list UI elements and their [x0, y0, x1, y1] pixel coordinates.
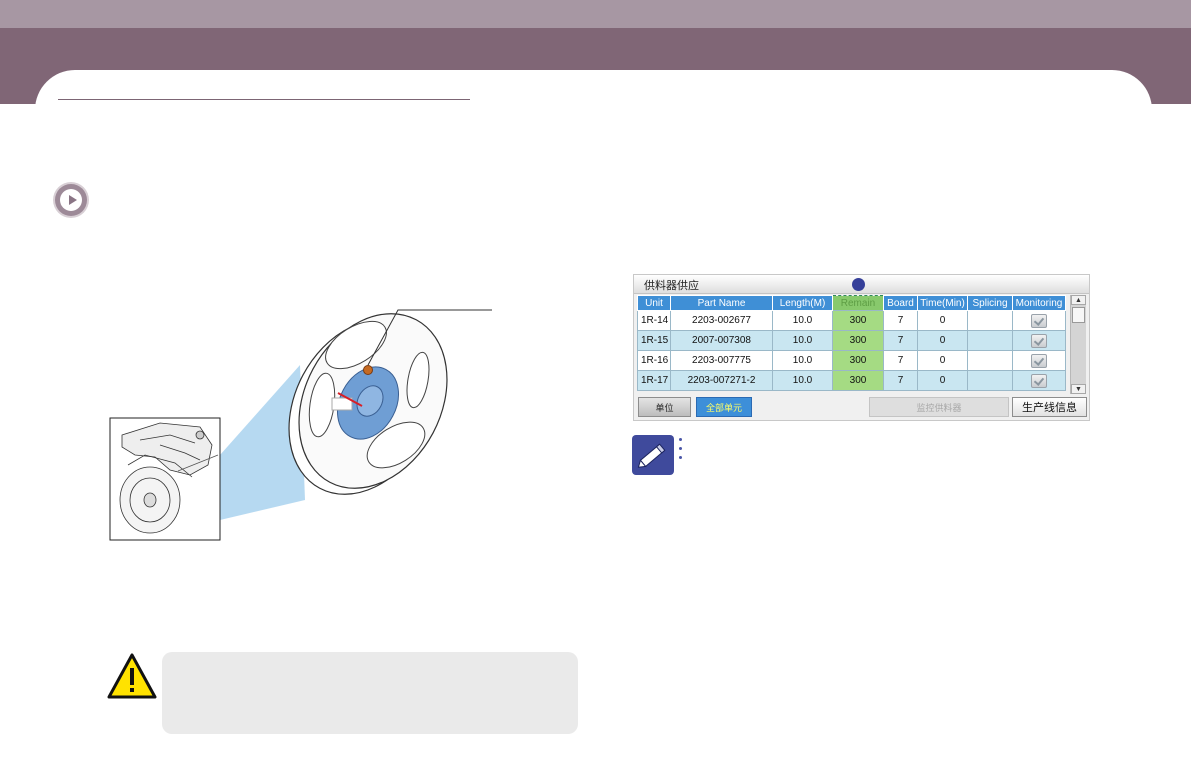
- cell-length: 10.0: [772, 310, 833, 331]
- monitoring-checkbox[interactable]: [1031, 333, 1047, 348]
- table-header-row: Unit Part Name Length(M) Remain Board Ti…: [637, 295, 1066, 311]
- column-header-length[interactable]: Length(M): [772, 295, 833, 311]
- cell-splicing: [967, 350, 1013, 371]
- cell-time: 0: [917, 330, 968, 351]
- warning-triangle-icon: [107, 653, 157, 699]
- table-scrollbar[interactable]: ▲ ▼: [1070, 295, 1086, 394]
- cell-monitoring: [1012, 330, 1066, 351]
- column-header-splicing[interactable]: Splicing: [967, 295, 1013, 311]
- cell-monitoring: [1012, 310, 1066, 331]
- note-pencil-icon: [632, 435, 674, 475]
- monitoring-checkbox[interactable]: [1031, 373, 1047, 388]
- cell-unit: 1R-17: [637, 370, 671, 391]
- cell-time: 0: [917, 370, 968, 391]
- table-row[interactable]: 1R-14 2203-002677 10.0 300 7 0: [637, 310, 1066, 331]
- cell-length: 10.0: [772, 330, 833, 351]
- all-units-button[interactable]: 全部单元: [696, 397, 752, 417]
- cell-monitoring: [1012, 370, 1066, 391]
- cell-remain: 300: [832, 350, 884, 371]
- cell-unit: 1R-16: [637, 350, 671, 371]
- column-header-time[interactable]: Time(Min): [917, 295, 968, 311]
- table-row[interactable]: 1R-15 2007-007308 10.0 300 7 0: [637, 330, 1066, 351]
- panel-title: 供料器供应: [644, 280, 699, 292]
- cell-length: 10.0: [772, 350, 833, 371]
- cell-time: 0: [917, 310, 968, 331]
- cell-board: 7: [883, 310, 918, 331]
- production-info-button[interactable]: 生产线信息: [1012, 397, 1087, 417]
- warning-box: [162, 652, 578, 734]
- column-header-remain[interactable]: Remain: [832, 295, 884, 311]
- cell-part-name: 2203-007775: [670, 350, 773, 371]
- cell-part-name: 2203-007271-2: [670, 370, 773, 391]
- feeder-supply-panel: 供料器供应 Unit Part Name Length(M) Remain Bo…: [633, 274, 1090, 421]
- table-row[interactable]: 1R-17 2203-007271-2 10.0 300 7 0: [637, 370, 1066, 391]
- cell-part-name: 2203-002677: [670, 310, 773, 331]
- scroll-down-icon[interactable]: ▼: [1071, 384, 1086, 394]
- cell-unit: 1R-14: [637, 310, 671, 331]
- column-header-part-name[interactable]: Part Name: [670, 295, 773, 311]
- header-underline: [58, 99, 470, 100]
- cell-remain: 300: [832, 370, 884, 391]
- cell-time: 0: [917, 350, 968, 371]
- play-icon[interactable]: [55, 184, 87, 216]
- cell-splicing: [967, 330, 1013, 351]
- header-band-top: [0, 0, 1191, 28]
- monitoring-checkbox[interactable]: [1031, 313, 1047, 328]
- cell-remain: 300: [832, 330, 884, 351]
- column-header-unit[interactable]: Unit: [637, 295, 671, 311]
- sensor-dot: [363, 365, 373, 375]
- monitor-feeder-button[interactable]: 监控供料器: [869, 397, 1009, 417]
- cell-board: 7: [883, 350, 918, 371]
- cell-part-name: 2007-007308: [670, 330, 773, 351]
- cell-board: 7: [883, 370, 918, 391]
- column-header-monitoring[interactable]: Monitoring: [1012, 295, 1066, 311]
- cell-board: 7: [883, 330, 918, 351]
- panel-title-bar: 供料器供应: [634, 275, 1089, 294]
- scroll-up-icon[interactable]: ▲: [1071, 295, 1086, 305]
- column-header-board[interactable]: Board: [883, 295, 918, 311]
- table-row[interactable]: 1R-16 2203-007775 10.0 300 7 0: [637, 350, 1066, 371]
- cell-length: 10.0: [772, 370, 833, 391]
- callout-marker: [852, 278, 865, 291]
- unit-button[interactable]: 单位: [638, 397, 691, 417]
- cell-monitoring: [1012, 350, 1066, 371]
- cell-splicing: [967, 370, 1013, 391]
- monitoring-checkbox[interactable]: [1031, 353, 1047, 368]
- cell-splicing: [967, 310, 1013, 331]
- cell-unit: 1R-15: [637, 330, 671, 351]
- scroll-thumb[interactable]: [1072, 307, 1085, 323]
- cell-remain: 300: [832, 310, 884, 331]
- reel-illustration: [109, 309, 492, 541]
- note-dots: [679, 438, 683, 468]
- feeder-table: Unit Part Name Length(M) Remain Board Ti…: [637, 295, 1066, 391]
